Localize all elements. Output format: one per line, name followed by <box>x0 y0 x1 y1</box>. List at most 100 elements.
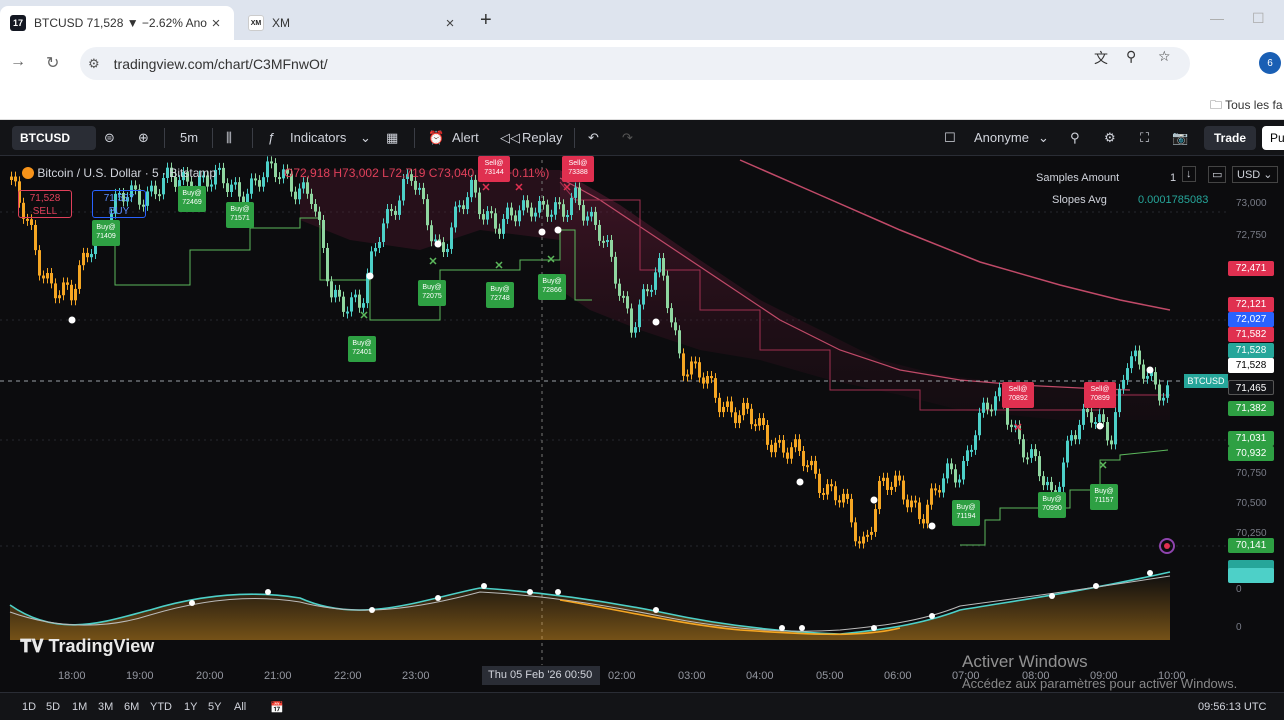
candle-body <box>162 178 165 195</box>
candle-body <box>550 214 553 217</box>
candle-body <box>638 304 641 328</box>
layout-name[interactable]: Anonyme <box>974 130 1029 145</box>
candle-body <box>534 212 537 217</box>
add-symbol-icon[interactable]: ⊕ <box>138 130 149 146</box>
layout-icon[interactable]: ☐ <box>944 130 956 146</box>
buy-signal-label: Buy@ 72469 <box>178 186 206 212</box>
range-button[interactable]: YTD <box>150 701 172 713</box>
time-tick: 22:00 <box>334 670 362 682</box>
range-button[interactable]: 3M <box>98 701 113 713</box>
panel-settings-icon[interactable]: ▭ <box>1208 166 1227 183</box>
alert-button[interactable]: Alert <box>452 130 479 145</box>
clock[interactable]: 09:56:13 UTC <box>1198 701 1266 713</box>
chart-pane[interactable] <box>0 156 1284 692</box>
candle-body <box>374 247 377 252</box>
price-label: 70,932 <box>1228 446 1274 461</box>
buy-signal-label: Buy@ 72401 <box>348 336 376 362</box>
candle-body <box>1046 481 1049 486</box>
url-input[interactable] <box>113 55 814 72</box>
price-label: 72,121 <box>1228 297 1274 312</box>
candle-type-icon[interactable]: ⫼ <box>226 130 232 146</box>
candle-body <box>902 480 905 500</box>
slopes-avg-value: 0.0001785083 <box>1138 194 1209 206</box>
fullscreen-icon[interactable]: ⛶ <box>1140 130 1149 146</box>
candle-body <box>898 475 901 481</box>
browser-tab-xm[interactable]: XM XM × <box>238 6 468 40</box>
browser-tab-tradingview[interactable]: 17 BTCUSD 71,528 ▼ −2.62% Ano × <box>0 6 234 40</box>
signal-dot <box>366 272 374 280</box>
range-button[interactable]: 6M <box>124 701 139 713</box>
candle-body <box>842 493 845 503</box>
interval-button[interactable]: 5m <box>180 130 198 145</box>
candle-body <box>986 402 989 410</box>
buy-button[interactable]: 71,537 BUY <box>92 190 146 218</box>
candle-body <box>298 188 301 200</box>
close-tab-icon[interactable]: × <box>442 15 458 32</box>
candle-body <box>30 219 33 225</box>
replay-button[interactable]: Replay <box>522 130 562 145</box>
bookmark-star-icon[interactable]: ☆ <box>1158 48 1171 65</box>
candle-body <box>58 295 61 299</box>
date-range-icon[interactable]: 📅 <box>270 701 284 714</box>
trade-button[interactable]: Trade <box>1204 126 1256 150</box>
candle-body <box>66 282 69 285</box>
candle-body <box>342 296 345 312</box>
candle-body <box>1034 449 1037 457</box>
range-button[interactable]: 1M <box>72 701 87 713</box>
candle-body <box>82 252 85 266</box>
reload-icon[interactable]: ↻ <box>46 53 59 73</box>
signal-dot <box>1096 422 1104 430</box>
range-button[interactable]: All <box>234 701 246 713</box>
symbol-legend[interactable]: Bitcoin / U.S. Dollar · 5 · Bitstamp <box>22 166 216 180</box>
snapshot-icon[interactable]: 📷 <box>1172 130 1188 146</box>
candle-body <box>494 213 497 229</box>
settings-icon[interactable]: ⚙ <box>1104 130 1116 146</box>
publish-button[interactable]: Pu <box>1262 126 1284 150</box>
address-bar-row: → ↻ ⚙ 文 ⚲ ☆ ⧉ 6 <box>0 40 1284 108</box>
range-button[interactable]: 1Y <box>184 701 197 713</box>
bookmark-folder[interactable]: 🗀 Tous les fa <box>1210 96 1283 117</box>
price-chart[interactable] <box>0 156 1284 692</box>
sell-button[interactable]: 71,528 SELL <box>18 190 72 218</box>
omnibox[interactable]: ⚙ <box>80 47 1190 80</box>
zoom-icon[interactable]: ⚲ <box>1126 48 1136 65</box>
bookmarks-bar: 🗀 Tous les fa <box>0 88 1284 120</box>
bitcoin-icon <box>22 167 34 179</box>
range-button[interactable]: 5D <box>46 701 60 713</box>
restore-icon[interactable]: ☐ <box>1252 10 1265 27</box>
folder-icon: 🗀 <box>1210 98 1226 112</box>
signal-dot <box>928 522 936 530</box>
candle-body <box>218 167 221 170</box>
minimize-icon[interactable]: — <box>1210 10 1224 26</box>
candle-body <box>634 327 637 333</box>
candle-body <box>970 449 973 452</box>
chevron-down-icon[interactable]: ⌄ <box>1038 130 1049 146</box>
currency-select[interactable]: USD ⌄ <box>1232 166 1278 183</box>
quick-search-icon[interactable]: ⚲ <box>1070 130 1080 146</box>
redo-icon[interactable]: ↷ <box>622 130 633 146</box>
profile-avatar[interactable]: 6 <box>1259 52 1281 74</box>
compare-icon[interactable]: ⊜ <box>104 130 115 146</box>
samples-amount-value: 1 <box>1170 172 1177 184</box>
candle-body <box>474 179 477 193</box>
undo-icon[interactable]: ↶ <box>588 130 599 146</box>
chevron-down-icon[interactable]: ⌄ <box>360 130 371 146</box>
symbol-search[interactable]: BTCUSD <box>12 126 96 150</box>
scroll-down-icon[interactable]: ↓ <box>1182 166 1196 182</box>
alert-icon[interactable]: ⏰ <box>428 130 444 146</box>
range-button[interactable]: 1D <box>22 701 36 713</box>
forward-icon[interactable]: → <box>10 53 26 71</box>
translate-icon[interactable]: 文 <box>1094 48 1108 68</box>
replay-icon[interactable]: ◁◁ <box>500 130 520 146</box>
candle-body <box>702 377 705 384</box>
templates-icon[interactable]: ▦ <box>386 130 398 146</box>
candle-body <box>362 303 365 308</box>
candle-body <box>562 204 565 217</box>
close-tab-icon[interactable]: × <box>208 15 224 32</box>
indicators-button[interactable]: Indicators <box>290 130 346 145</box>
indicators-icon[interactable]: ƒ <box>268 130 275 145</box>
candle-body <box>482 214 485 220</box>
site-info-icon[interactable]: ⚙ <box>88 56 100 72</box>
new-tab-button[interactable]: + <box>480 9 492 32</box>
range-button[interactable]: 5Y <box>208 701 221 713</box>
